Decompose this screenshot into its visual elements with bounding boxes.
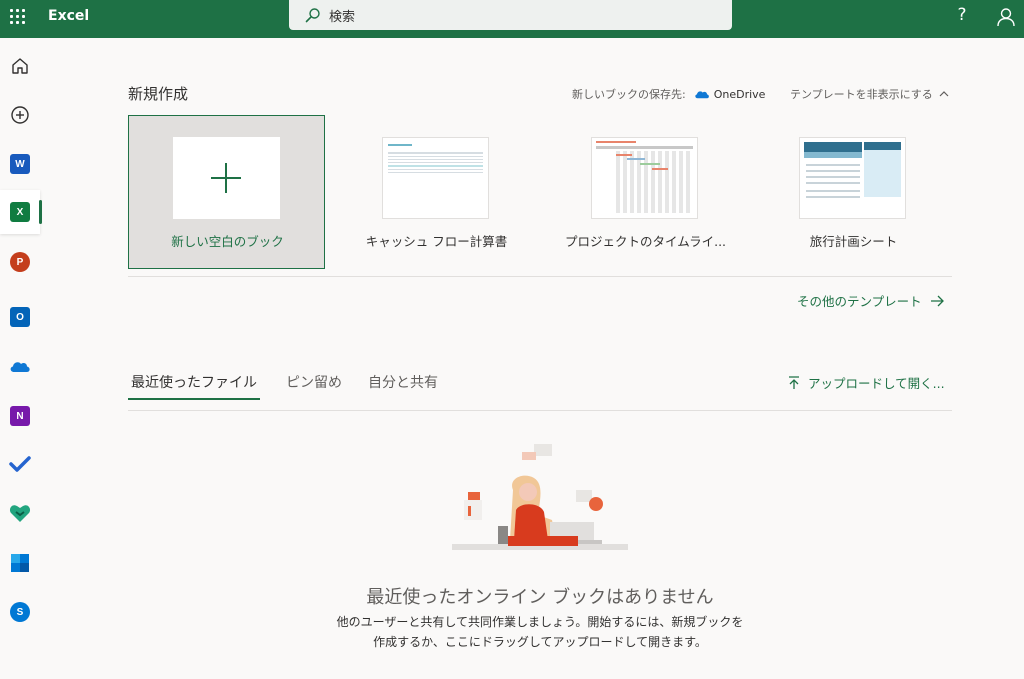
divider — [128, 410, 952, 411]
add-circle-icon — [11, 106, 29, 124]
calendar-icon — [11, 554, 29, 572]
empty-state-description: 他のユーザーと共有して共同作業しましょう。開始するには、新規ブックを作成するか、… — [336, 615, 744, 649]
cash-flow-thumbnail — [382, 137, 489, 219]
upload-and-open-button[interactable]: アップロードして開く... — [788, 373, 945, 392]
rail-calendar[interactable] — [0, 541, 40, 585]
help-icon[interactable]: ? — [955, 5, 969, 25]
search-icon — [305, 8, 320, 23]
upload-icon — [789, 375, 799, 389]
save-location[interactable]: 新しいブックの保存先: OneDrive — [572, 86, 765, 102]
hide-templates-button[interactable]: テンプレートを非表示にする — [790, 86, 949, 102]
search-placeholder: 検索 — [329, 9, 356, 25]
onenote-icon: N — [10, 406, 30, 426]
rail-skype[interactable]: S — [0, 590, 40, 634]
template-travel-planner[interactable]: 旅行計画シート — [755, 115, 952, 269]
rail-powerpoint[interactable]: P — [0, 240, 40, 284]
todo-icon — [9, 456, 31, 472]
account-icon[interactable] — [996, 7, 1016, 27]
plus-icon — [211, 163, 241, 193]
rail-outlook[interactable]: O — [0, 295, 40, 339]
rail-todo[interactable] — [0, 442, 40, 486]
tab-recent[interactable]: 最近使ったファイル — [128, 372, 260, 400]
template-label: 新しい空白のブック — [171, 234, 284, 249]
rail-excel[interactable]: X — [0, 190, 42, 234]
search-box[interactable]: 検索 — [289, 0, 732, 30]
template-cash-flow[interactable]: キャッシュ フロー計算書 — [338, 115, 535, 269]
template-label: 旅行計画シート — [809, 234, 898, 249]
app-launcher-icon[interactable] — [10, 9, 26, 25]
rail-onenote[interactable]: N — [0, 394, 40, 438]
template-label: プロジェクトのタイムライ... — [564, 234, 727, 249]
rail-home[interactable] — [0, 44, 40, 88]
onedrive-icon — [10, 362, 30, 372]
family-safety-icon — [9, 505, 31, 522]
chevron-up-icon — [939, 91, 949, 97]
excel-icon: X — [10, 202, 30, 222]
upload-label: アップロードして開く... — [808, 376, 945, 391]
template-blank-workbook[interactable]: 新しい空白のブック — [128, 115, 325, 269]
blank-workbook-thumbnail — [173, 137, 280, 219]
divider — [128, 276, 952, 277]
outlook-icon: O — [10, 307, 30, 327]
save-location-label: 新しいブックの保存先: — [572, 88, 686, 101]
new-section-title: 新規作成 — [128, 85, 189, 103]
empty-state-illustration — [452, 444, 628, 550]
arrow-right-icon — [930, 295, 944, 306]
hide-templates-label: テンプレートを非表示にする — [790, 88, 933, 101]
top-bar: Excel 検索 ? — [0, 0, 1024, 38]
skype-icon: S — [10, 602, 30, 622]
rail-onedrive[interactable] — [0, 344, 40, 388]
powerpoint-icon: P — [10, 252, 30, 272]
files-tabs: 最近使ったファイル ピン留め 自分と共有 — [128, 372, 464, 400]
tab-pinned[interactable]: ピン留め — [286, 372, 342, 400]
save-location-value: OneDrive — [713, 87, 766, 101]
word-icon: W — [10, 154, 30, 174]
more-templates-label: その他のテンプレート — [797, 294, 922, 309]
onedrive-icon — [695, 91, 709, 99]
project-timeline-thumbnail — [591, 137, 698, 219]
empty-state-title: 最近使ったオンライン ブックはありません — [366, 587, 714, 608]
rail-word[interactable]: W — [0, 142, 40, 186]
template-project-timeline[interactable]: プロジェクトのタイムライ... — [547, 115, 744, 269]
travel-planner-thumbnail — [799, 137, 906, 219]
rail-create[interactable] — [0, 93, 40, 137]
app-name[interactable]: Excel — [48, 8, 89, 24]
home-icon — [12, 58, 28, 74]
app-rail: W X P O N S — [0, 38, 42, 679]
template-label: キャッシュ フロー計算書 — [365, 234, 508, 249]
rail-family-safety[interactable] — [0, 491, 40, 535]
tab-shared-with-me[interactable]: 自分と共有 — [368, 372, 438, 400]
more-templates-link[interactable]: その他のテンプレート — [797, 291, 944, 310]
